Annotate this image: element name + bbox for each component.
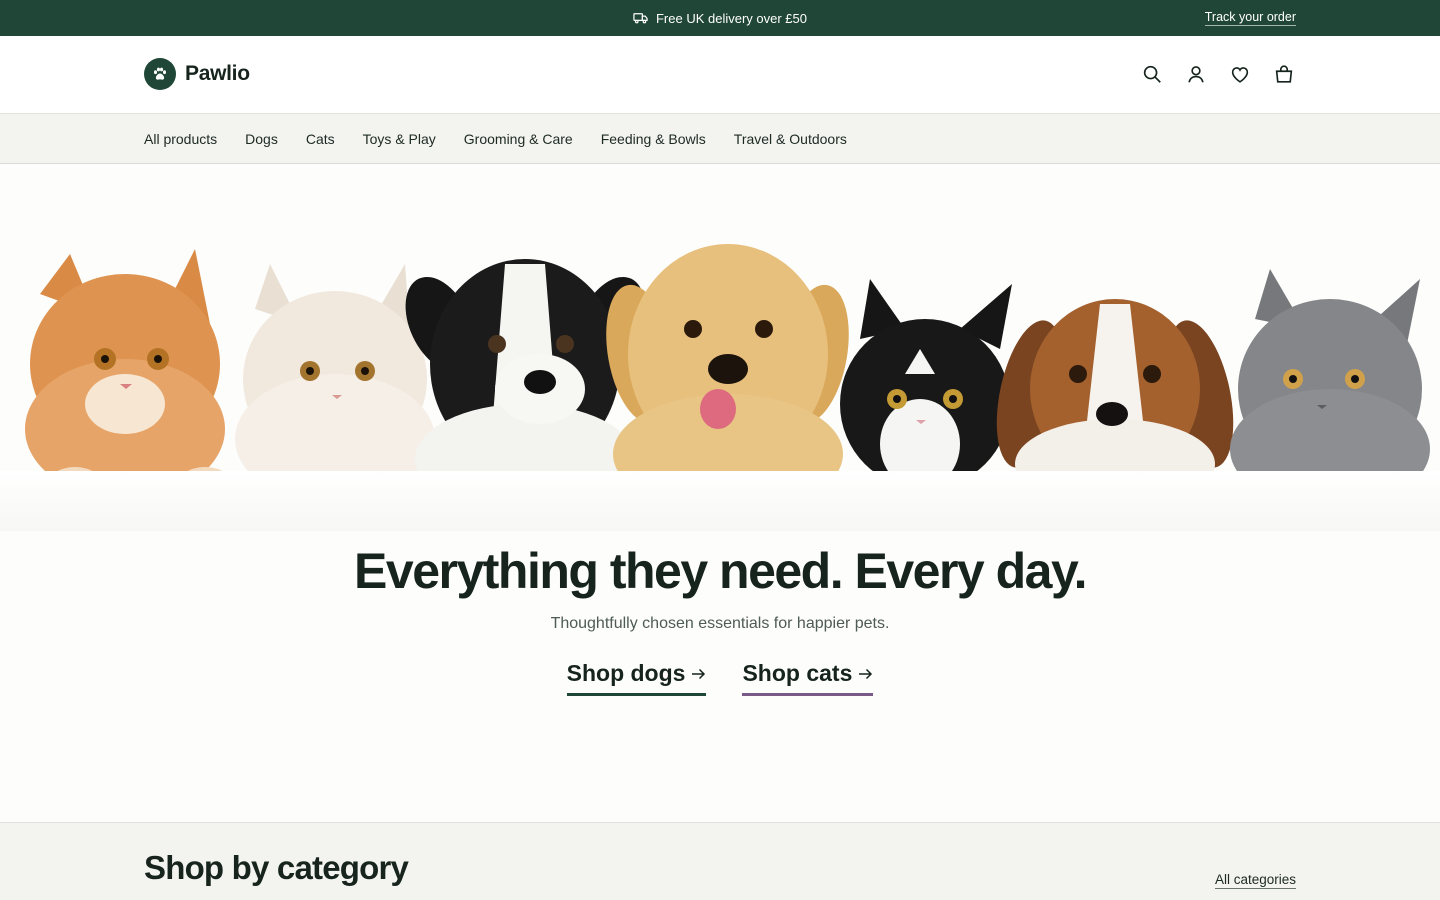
nav-item-dogs[interactable]: Dogs [245,131,278,147]
white-ledge [0,471,1440,531]
nav-item-all-products[interactable]: All products [144,131,217,147]
shop-by-category-section: Shop by category All categories [0,822,1440,900]
nav-item-cats[interactable]: Cats [306,131,335,147]
promo-text: Free UK delivery over £50 [655,10,807,26]
nav-item-travel-outdoors[interactable]: Travel & Outdoors [734,131,847,147]
promo-bar: Free UK delivery over £50 Track your ord… [0,0,1440,36]
logo-text: Pawlio [185,62,250,85]
hero-section: Everything they need. Every day. Thought… [0,164,1440,822]
wishlist-heart-icon[interactable] [1228,62,1252,86]
hero-subtitle: Thoughtfully chosen essentials for happi… [550,615,890,632]
shop-cats-label: Shop cats [742,660,853,686]
all-categories-link[interactable]: All categories [1214,872,1296,889]
nav-item-feeding-bowls[interactable]: Feeding & Bowls [601,131,706,147]
bag-icon[interactable] [1272,62,1296,86]
track-order-link[interactable]: Track your order [1204,10,1296,26]
nav-item-grooming-care[interactable]: Grooming & Care [464,131,573,147]
header-actions [1140,62,1296,86]
nav-item-toys-play[interactable]: Toys & Play [363,131,436,147]
paw-icon [144,58,176,90]
arrow-right-icon [692,668,706,679]
shop-cats-button[interactable]: Shop cats [742,660,874,696]
category-nav: All products Dogs Cats Toys & Play Groom… [0,114,1440,164]
arrow-right-icon [859,668,873,679]
account-icon[interactable] [1184,62,1208,86]
logo[interactable]: Pawlio [144,58,250,90]
site-header: Pawlio [0,36,1440,114]
truck-icon [633,13,648,24]
hero-cta-group: Shop dogs Shop cats [0,660,1440,696]
search-icon[interactable] [1140,62,1164,86]
shop-dogs-button[interactable]: Shop dogs [566,660,707,696]
hero-title: Everything they need. Every day. [354,543,1087,599]
section-title: Shop by category [144,849,409,886]
shop-dogs-label: Shop dogs [566,660,686,686]
